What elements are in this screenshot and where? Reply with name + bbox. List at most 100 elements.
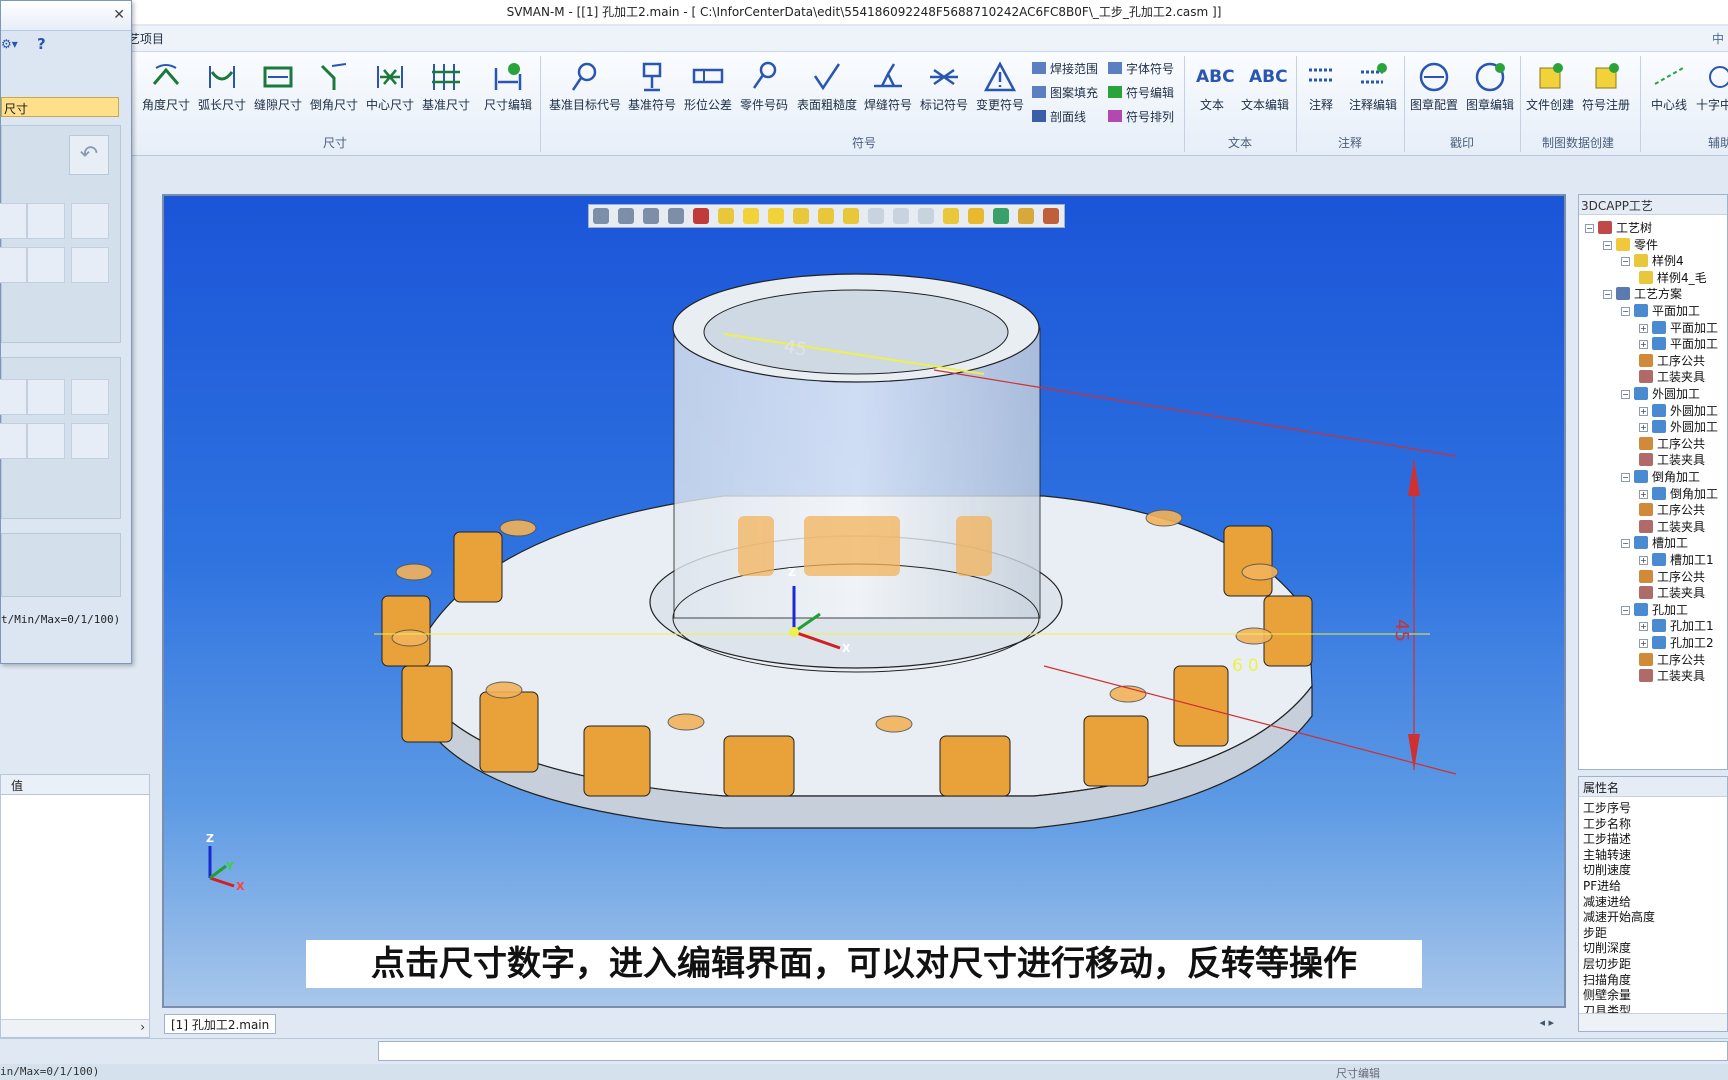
tree-node[interactable]: 工序公共 [1639, 501, 1705, 517]
command-input[interactable] [378, 1041, 1728, 1061]
horizontal-scrollbar[interactable]: › [1, 1019, 149, 1037]
change-symbol-button[interactable]: 变更符号 [972, 56, 1028, 126]
datum-symbol-button[interactable]: 基准符号 [624, 56, 680, 126]
property-row[interactable]: 减速开始高度 [1583, 908, 1723, 924]
expand-toggle-icon[interactable]: − [1603, 240, 1612, 250]
tree-node[interactable]: + 平面加工 [1639, 335, 1718, 351]
surface-roughness-button[interactable]: 表面粗糙度 [794, 56, 860, 126]
stamp-edit-button[interactable]: 图章编辑 [1462, 56, 1518, 126]
note-edit-button[interactable]: 注释编辑 [1344, 56, 1402, 126]
extension-cell[interactable] [71, 379, 109, 415]
3d-viewport[interactable]: 60 45 45 Z X Z X Y [162, 194, 1566, 1008]
property-row[interactable]: 切削速度 [1583, 861, 1723, 877]
dim-style-cell[interactable] [27, 247, 65, 283]
undo-button[interactable]: ↶ [69, 135, 109, 175]
expand-toggle-icon[interactable]: + [1639, 406, 1648, 416]
property-row[interactable]: 扫描角度 [1583, 971, 1723, 987]
dimension-value-45[interactable]: 45 [1391, 619, 1412, 642]
text-button[interactable]: ABC 文本 [1186, 56, 1238, 126]
tree-node[interactable]: − 样例4 [1621, 252, 1684, 268]
symbol-register-button[interactable]: 符号注册 [1578, 56, 1634, 126]
center-line-button[interactable]: 中心线 [1642, 56, 1696, 126]
tree-node[interactable]: 工装夹具 [1639, 584, 1705, 600]
scroll-right-icon[interactable]: › [140, 1020, 145, 1034]
arc-length-button[interactable]: 弧长尺寸 [194, 56, 250, 126]
extension-cell[interactable] [0, 423, 27, 459]
dim-style-cell[interactable] [0, 247, 27, 283]
property-row[interactable]: PF进给 [1583, 877, 1723, 893]
geometric-tolerance-button[interactable]: 形位公差 [680, 56, 736, 126]
dim-style-cell[interactable] [71, 247, 109, 283]
text-edit-button[interactable]: ABC 文本编辑 [1236, 56, 1294, 126]
tree-node[interactable]: 工序公共 [1639, 651, 1705, 667]
expand-toggle-icon[interactable]: + [1639, 423, 1648, 433]
tree-node[interactable]: − 工艺树 [1585, 219, 1652, 235]
tree-node[interactable]: 样例4_毛 [1639, 269, 1707, 285]
center-dimension-button[interactable]: 中心尺寸 [362, 56, 418, 126]
tree-node[interactable]: − 平面加工 [1621, 302, 1700, 318]
dim-style-cell[interactable] [71, 203, 109, 239]
dimension-value-60[interactable]: 60 [1232, 656, 1264, 676]
property-row[interactable]: 减速进给 [1583, 893, 1723, 909]
restore-button[interactable]: 中 [1712, 30, 1724, 47]
property-row[interactable]: 工步名称 [1583, 815, 1723, 831]
tree-node[interactable]: + 孔加工2 [1639, 634, 1714, 650]
property-row[interactable]: 侧壁余量 [1583, 986, 1723, 1002]
property-row[interactable]: 工步描述 [1583, 830, 1723, 846]
expand-toggle-icon[interactable]: − [1621, 257, 1630, 267]
tree-node[interactable]: − 槽加工 [1621, 534, 1688, 550]
document-tab[interactable]: [1] 孔加工2.main [164, 1014, 277, 1034]
tree-node[interactable]: + 外圆加工 [1639, 402, 1718, 418]
expand-toggle-icon[interactable]: + [1639, 489, 1648, 499]
tree-node[interactable]: − 零件 [1603, 236, 1658, 252]
tree-node[interactable]: 工序公共 [1639, 352, 1705, 368]
part-number-button[interactable]: 零件号码 [736, 56, 792, 126]
expand-toggle-icon[interactable]: − [1621, 473, 1630, 482]
expand-toggle-icon[interactable]: + [1639, 323, 1648, 333]
symbol-edit-button[interactable]: 符号编辑 [1108, 84, 1174, 106]
expand-toggle-icon[interactable]: − [1621, 605, 1630, 615]
symbol-arrange-button[interactable]: 符号排列 [1108, 108, 1174, 130]
dimension-type-field[interactable]: 尺寸 [1, 97, 119, 117]
expand-toggle-icon[interactable]: + [1639, 556, 1648, 565]
datum-target-button[interactable]: 基准目标代号 [546, 56, 624, 126]
tree-node[interactable]: 工装夹具 [1639, 451, 1705, 467]
tree-node[interactable]: + 孔加工1 [1639, 617, 1714, 633]
expand-toggle-icon[interactable]: − [1585, 224, 1594, 233]
section-line-button[interactable]: 剖面线 [1032, 108, 1086, 130]
tree-node[interactable]: 工装夹具 [1639, 518, 1705, 534]
font-symbol-button[interactable]: 字体符号 [1108, 60, 1174, 82]
settings-gear-icon[interactable]: ⚙▾ [1, 37, 18, 51]
tree-node[interactable]: − 外圆加工 [1621, 385, 1700, 401]
cross-center-button[interactable]: 十字中 [1696, 56, 1728, 126]
property-row[interactable]: 工步序号 [1583, 799, 1723, 815]
mark-symbol-button[interactable]: 标记符号 [916, 56, 972, 126]
help-icon[interactable]: ? [37, 35, 46, 53]
tree-node[interactable]: + 倒角加工 [1639, 485, 1718, 501]
tree-node[interactable]: 工序公共 [1639, 568, 1705, 584]
expand-toggle-icon[interactable]: − [1621, 539, 1630, 549]
extension-cell[interactable] [27, 379, 65, 415]
expand-toggle-icon[interactable]: − [1621, 307, 1630, 316]
file-create-button[interactable]: 文件创建 [1522, 56, 1578, 126]
tree-node[interactable]: + 槽加工1 [1639, 551, 1714, 567]
property-row[interactable]: 主轴转速 [1583, 846, 1723, 862]
note-button[interactable]: 注释 [1298, 56, 1344, 126]
expand-toggle-icon[interactable]: − [1603, 290, 1612, 300]
expand-toggle-icon[interactable]: + [1639, 340, 1648, 350]
expand-toggle-icon[interactable]: + [1639, 622, 1648, 632]
datum-dimension-button[interactable]: 基准尺寸 [418, 56, 474, 126]
expand-toggle-icon[interactable]: + [1639, 639, 1648, 648]
menu-tab-process[interactable]: 艺项目 [128, 30, 164, 47]
tree-node[interactable]: + 平面加工 [1639, 319, 1718, 335]
tree-node[interactable]: + 外圆加工 [1639, 418, 1718, 434]
expand-toggle-icon[interactable]: − [1621, 390, 1630, 399]
gap-dimension-button[interactable]: 缝隙尺寸 [250, 56, 306, 126]
property-row[interactable]: 步距 [1583, 924, 1723, 940]
pattern-fill-button[interactable]: 图案填充 [1032, 84, 1098, 106]
horizontal-scrollbar[interactable] [1579, 1013, 1727, 1031]
extension-cell[interactable] [71, 423, 109, 459]
tree-node[interactable]: 工序公共 [1639, 435, 1705, 451]
angle-dimension-button[interactable]: 角度尺寸 [138, 56, 194, 126]
dimension-value-top[interactable]: 45 [782, 336, 808, 361]
